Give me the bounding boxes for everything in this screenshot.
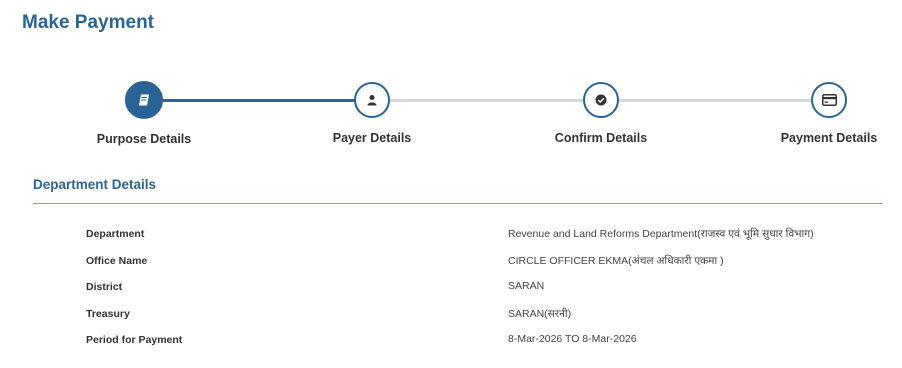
document-icon [125,81,163,119]
check-circle-icon [583,82,619,118]
detail-row-period: Period for Payment 8-Mar-2026 TO 8-Mar-2… [0,328,902,355]
step-label: Payment Details [780,131,878,145]
payment-stepper: Purpose Details Payer Details Confirm De… [0,80,902,160]
step-confirm-details[interactable]: Confirm Details [521,80,681,145]
page-title: Make Payment [22,12,155,33]
detail-value: 8-Mar-2026 TO 8-Mar-2026 [508,333,637,346]
user-icon [354,82,390,118]
detail-value: CIRCLE OFFICER EKMA(अंचल अधिकारी एकमा ) [508,254,724,267]
step-payment-details[interactable]: Payment Details [749,80,902,145]
step-label: Purpose Details [96,132,192,146]
section-title: Department Details [33,177,157,192]
detail-key: Period for Payment [86,334,183,347]
detail-key: Treasury [86,307,130,320]
section-divider [33,203,883,204]
detail-key: District [86,281,123,294]
step-label: Confirm Details [554,131,648,145]
step-payer-details[interactable]: Payer Details [292,80,452,145]
credit-card-icon [811,82,847,118]
step-label: Payer Details [332,131,412,145]
detail-value: Revenue and Land Reforms Department(राजस… [508,228,814,240]
detail-row-department: Department Revenue and Land Reforms Depa… [0,222,902,249]
detail-row-office-name: Office Name CIRCLE OFFICER EKMA(अंचल अधि… [0,249,902,276]
step-purpose-details[interactable]: Purpose Details [64,80,224,146]
detail-value: SARAN(सरनी) [508,307,572,320]
detail-row-district: District SARAN [0,275,902,302]
department-details-list: Department Revenue and Land Reforms Depa… [0,222,902,355]
detail-row-treasury: Treasury SARAN(सरनी) [0,302,902,329]
detail-key: Department [86,228,145,240]
detail-key: Office Name [86,254,148,267]
detail-value: SARAN [508,280,545,293]
